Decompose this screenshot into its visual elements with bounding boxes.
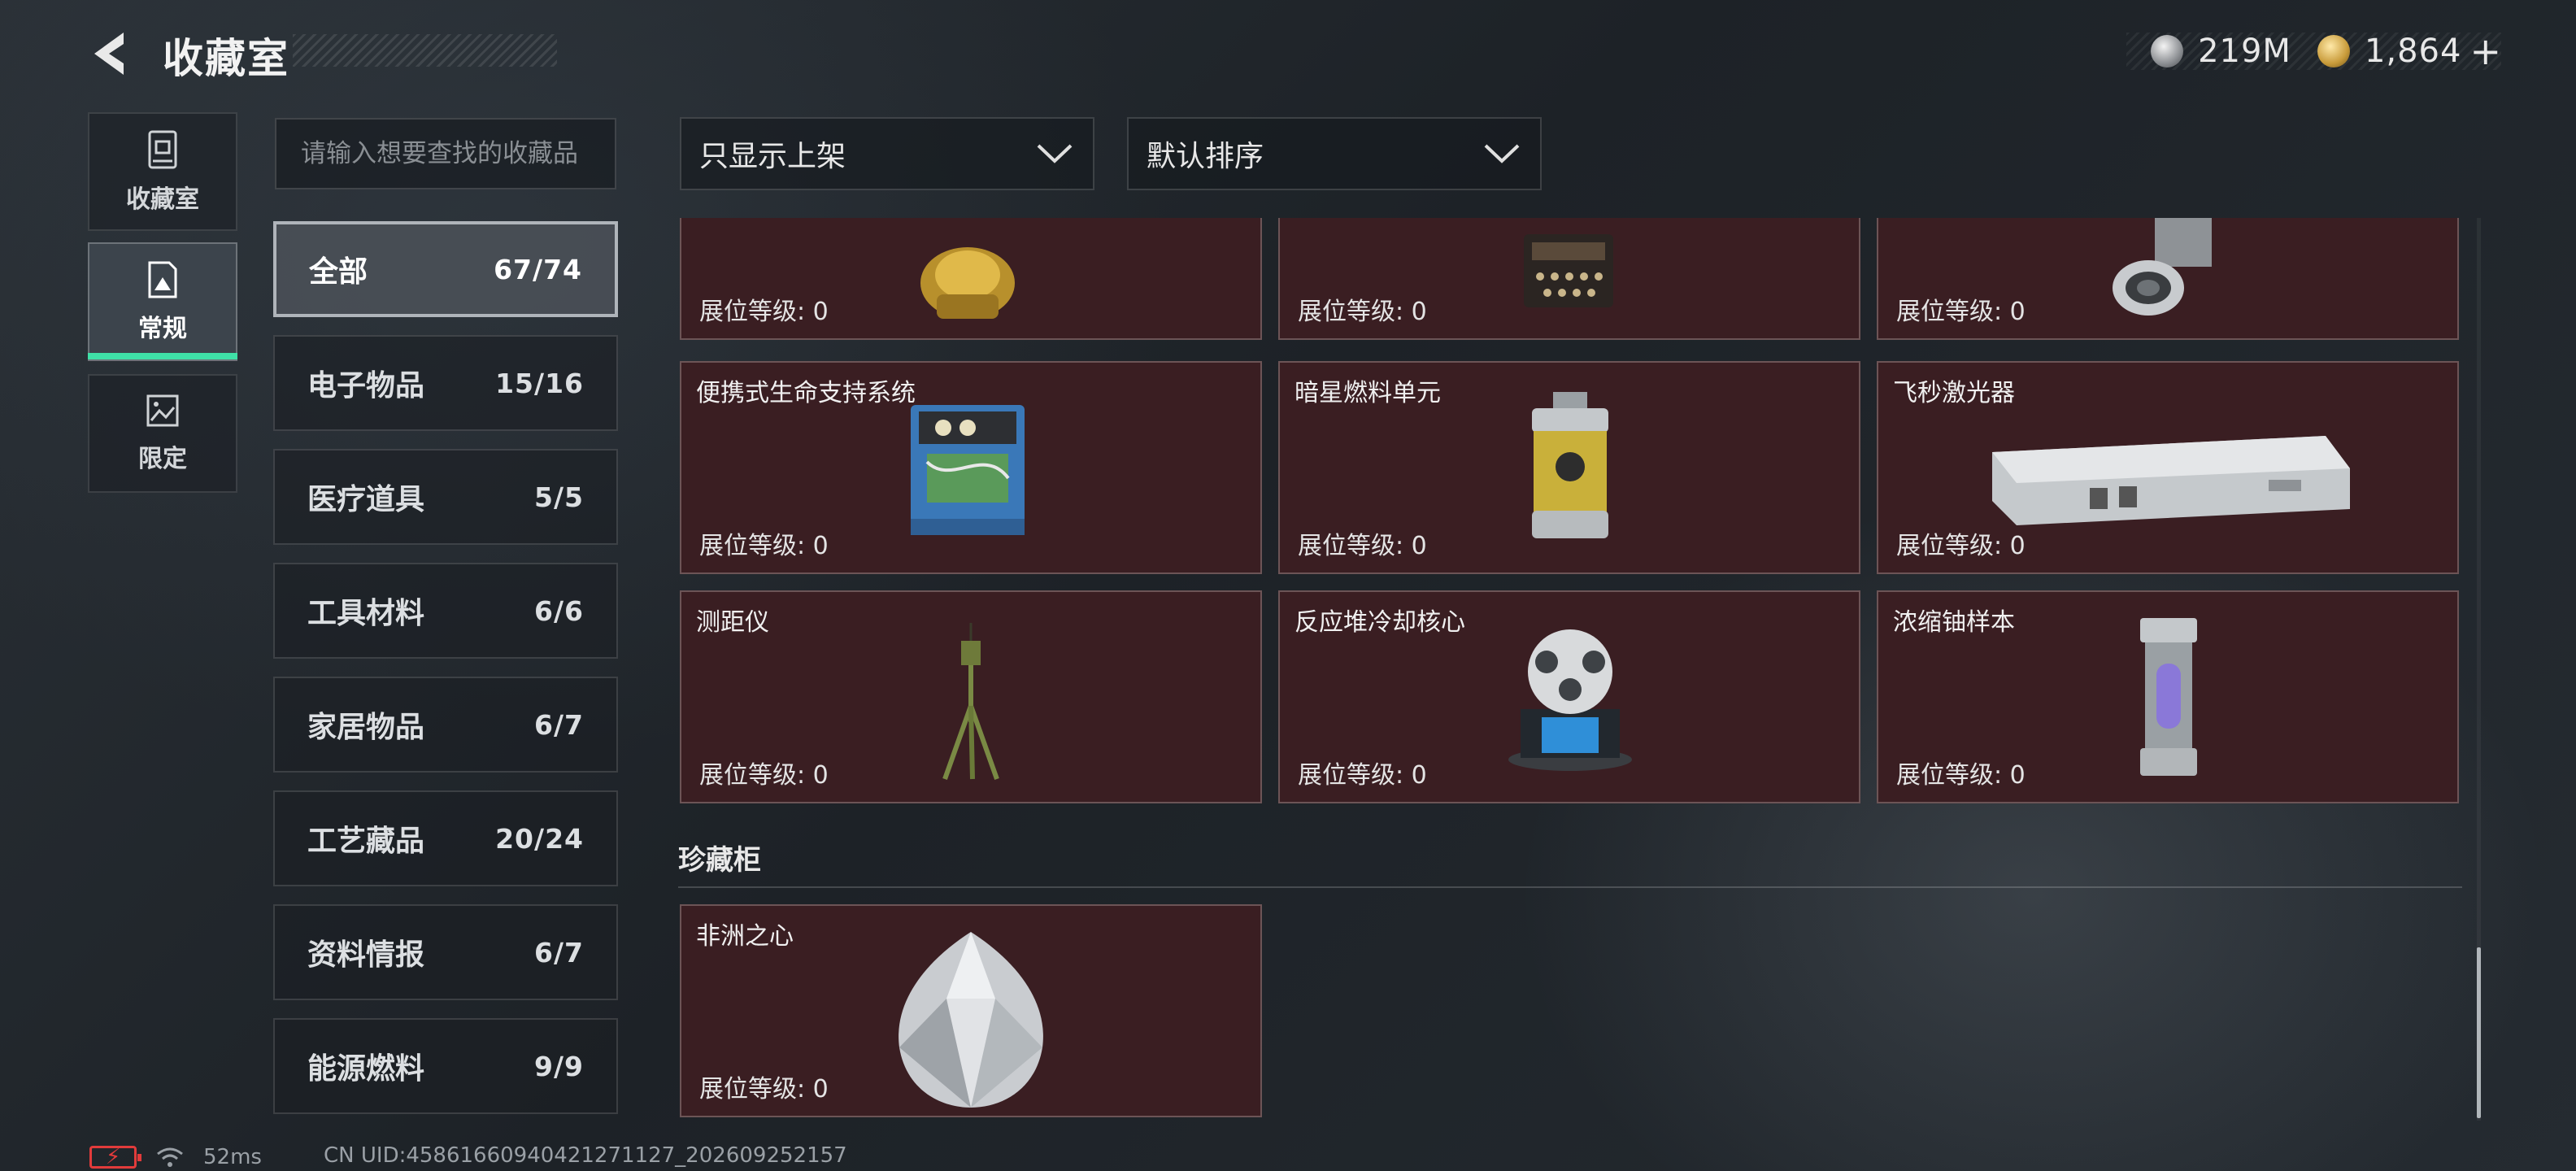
search-box bbox=[275, 118, 616, 189]
item-name: 测距仪 bbox=[696, 608, 769, 637]
category-label: 工具材料 bbox=[307, 597, 425, 630]
item-level: 展位等级: 0 bbox=[699, 1075, 829, 1104]
item-name: 暗星燃料单元 bbox=[1295, 379, 1441, 407]
active-tab-indicator bbox=[88, 353, 237, 359]
status-bar: ⚡ 52ms bbox=[89, 1143, 262, 1171]
category-household[interactable]: 家居物品 6/7 bbox=[273, 677, 618, 773]
item-name: 飞秒激光器 bbox=[1893, 379, 2015, 407]
item-name: 便携式生命支持系统 bbox=[696, 379, 916, 407]
battery-charging-icon: ⚡ bbox=[89, 1145, 141, 1169]
category-medical[interactable]: 医疗道具 5/5 bbox=[273, 449, 618, 545]
category-intel[interactable]: 资料情报 6/7 bbox=[273, 904, 618, 1000]
laser-device-icon bbox=[1992, 436, 2350, 525]
item-card[interactable]: 展位等级: 0 bbox=[680, 218, 1262, 340]
chevron-down-icon bbox=[1037, 144, 1073, 163]
item-card[interactable]: 浓缩铀样本 展位等级: 0 bbox=[1877, 590, 2459, 803]
section-divider bbox=[678, 886, 2462, 888]
shelf-filter-value: 只显示上架 bbox=[699, 140, 846, 173]
side-tab-label: 限定 bbox=[138, 445, 187, 473]
gold-coin-icon bbox=[2317, 35, 2350, 67]
category-label: 电子物品 bbox=[307, 369, 425, 403]
item-card[interactable]: 展位等级: 0 bbox=[1278, 218, 1860, 340]
category-label: 资料情报 bbox=[307, 938, 425, 972]
side-tab-label: 收藏室 bbox=[126, 185, 199, 214]
reactor-core-icon bbox=[1508, 629, 1632, 771]
sort-value: 默认排序 bbox=[1147, 140, 1264, 173]
lens-device-icon bbox=[2113, 218, 2212, 316]
side-tab-collection[interactable]: 收藏室 bbox=[88, 112, 237, 231]
rangefinder-tripod-icon bbox=[942, 623, 999, 781]
item-level: 展位等级: 0 bbox=[699, 298, 829, 326]
category-count: 6/7 bbox=[534, 936, 584, 969]
item-level: 展位等级: 0 bbox=[1896, 298, 2026, 326]
diamond-icon bbox=[899, 932, 1043, 1108]
item-level: 展位等级: 0 bbox=[1298, 761, 1427, 790]
scrollbar-thumb[interactable] bbox=[2477, 947, 2481, 1118]
gold-amount: 1,864 bbox=[2364, 33, 2462, 70]
category-label: 全部 bbox=[309, 255, 368, 289]
category-all[interactable]: 全部 67/74 bbox=[273, 221, 618, 317]
silver-amount: 219M bbox=[2198, 33, 2291, 70]
category-energy[interactable]: 能源燃料 9/9 bbox=[273, 1018, 618, 1114]
item-card[interactable]: 展位等级: 0 bbox=[1877, 218, 2459, 340]
category-count: 6/6 bbox=[534, 594, 584, 627]
category-count: 67/74 bbox=[494, 253, 582, 285]
currency-bar: 219M 1,864 + bbox=[2126, 29, 2501, 73]
side-tab-regular[interactable]: 常规 bbox=[88, 242, 237, 361]
category-count: 15/16 bbox=[495, 367, 584, 399]
item-level: 展位等级: 0 bbox=[1298, 532, 1427, 560]
category-count: 20/24 bbox=[495, 822, 584, 855]
shelf-filter-dropdown[interactable]: 只显示上架 bbox=[680, 117, 1094, 190]
page-title: 收藏室 bbox=[163, 35, 289, 82]
category-label: 医疗道具 bbox=[307, 483, 425, 516]
sort-dropdown[interactable]: 默认排序 bbox=[1127, 117, 1542, 190]
chevron-down-icon bbox=[1484, 144, 1520, 163]
search-input[interactable] bbox=[301, 139, 615, 168]
back-arrow-icon[interactable] bbox=[88, 29, 137, 78]
frame-icon bbox=[148, 261, 177, 298]
side-tab-label: 常规 bbox=[138, 315, 187, 343]
life-support-icon bbox=[911, 405, 1025, 535]
collection-icon bbox=[148, 130, 177, 169]
item-level: 展位等级: 0 bbox=[699, 532, 829, 560]
item-level: 展位等级: 0 bbox=[1298, 298, 1427, 326]
category-count: 6/7 bbox=[534, 708, 584, 741]
ping-value: 52ms bbox=[203, 1145, 262, 1169]
uranium-capsule-icon bbox=[2140, 618, 2197, 776]
item-name: 反应堆冷却核心 bbox=[1295, 608, 1465, 637]
category-label: 工艺藏品 bbox=[307, 825, 425, 858]
silver-coin-icon bbox=[2151, 35, 2184, 67]
gold-statue-icon bbox=[920, 247, 1015, 319]
category-label: 家居物品 bbox=[307, 711, 425, 744]
item-level: 展位等级: 0 bbox=[699, 761, 829, 790]
category-crafts[interactable]: 工艺藏品 20/24 bbox=[273, 790, 618, 886]
side-tab-limited[interactable]: 限定 bbox=[88, 374, 237, 493]
section-title-cabinet: 珍藏柜 bbox=[678, 844, 761, 877]
item-name: 浓缩铀样本 bbox=[1893, 608, 2015, 637]
typewriter-icon bbox=[1524, 234, 1613, 307]
item-card[interactable]: 反应堆冷却核心 展位等级: 0 bbox=[1278, 590, 1860, 803]
category-count: 9/9 bbox=[534, 1050, 584, 1082]
item-name: 非洲之心 bbox=[696, 922, 794, 951]
item-level: 展位等级: 0 bbox=[1896, 761, 2026, 790]
category-tools[interactable]: 工具材料 6/6 bbox=[273, 563, 618, 659]
fuel-canister-icon bbox=[1532, 392, 1608, 538]
user-uid: CN UID:4586166094042127​1127_20260925215… bbox=[324, 1143, 847, 1168]
category-count: 5/5 bbox=[534, 481, 584, 513]
category-label: 能源燃料 bbox=[307, 1052, 425, 1086]
item-card[interactable]: 飞秒激光器 展位等级: 0 bbox=[1877, 361, 2459, 574]
add-currency-button[interactable]: + bbox=[2469, 29, 2501, 73]
item-level: 展位等级: 0 bbox=[1896, 532, 2026, 560]
image-icon bbox=[146, 394, 179, 427]
title-decoration bbox=[293, 34, 557, 67]
category-electronics[interactable]: 电子物品 15/16 bbox=[273, 335, 618, 431]
wifi-icon bbox=[157, 1147, 183, 1167]
item-card[interactable]: 便携式生命支持系统 展位等级: 0 bbox=[680, 361, 1262, 574]
cabinet-item-card[interactable]: 非洲之心 展位等级: 0 bbox=[680, 904, 1262, 1117]
item-card[interactable]: 测距仪 展位等级: 0 bbox=[680, 590, 1262, 803]
item-card[interactable]: 暗星燃料单元 展位等级: 0 bbox=[1278, 361, 1860, 574]
